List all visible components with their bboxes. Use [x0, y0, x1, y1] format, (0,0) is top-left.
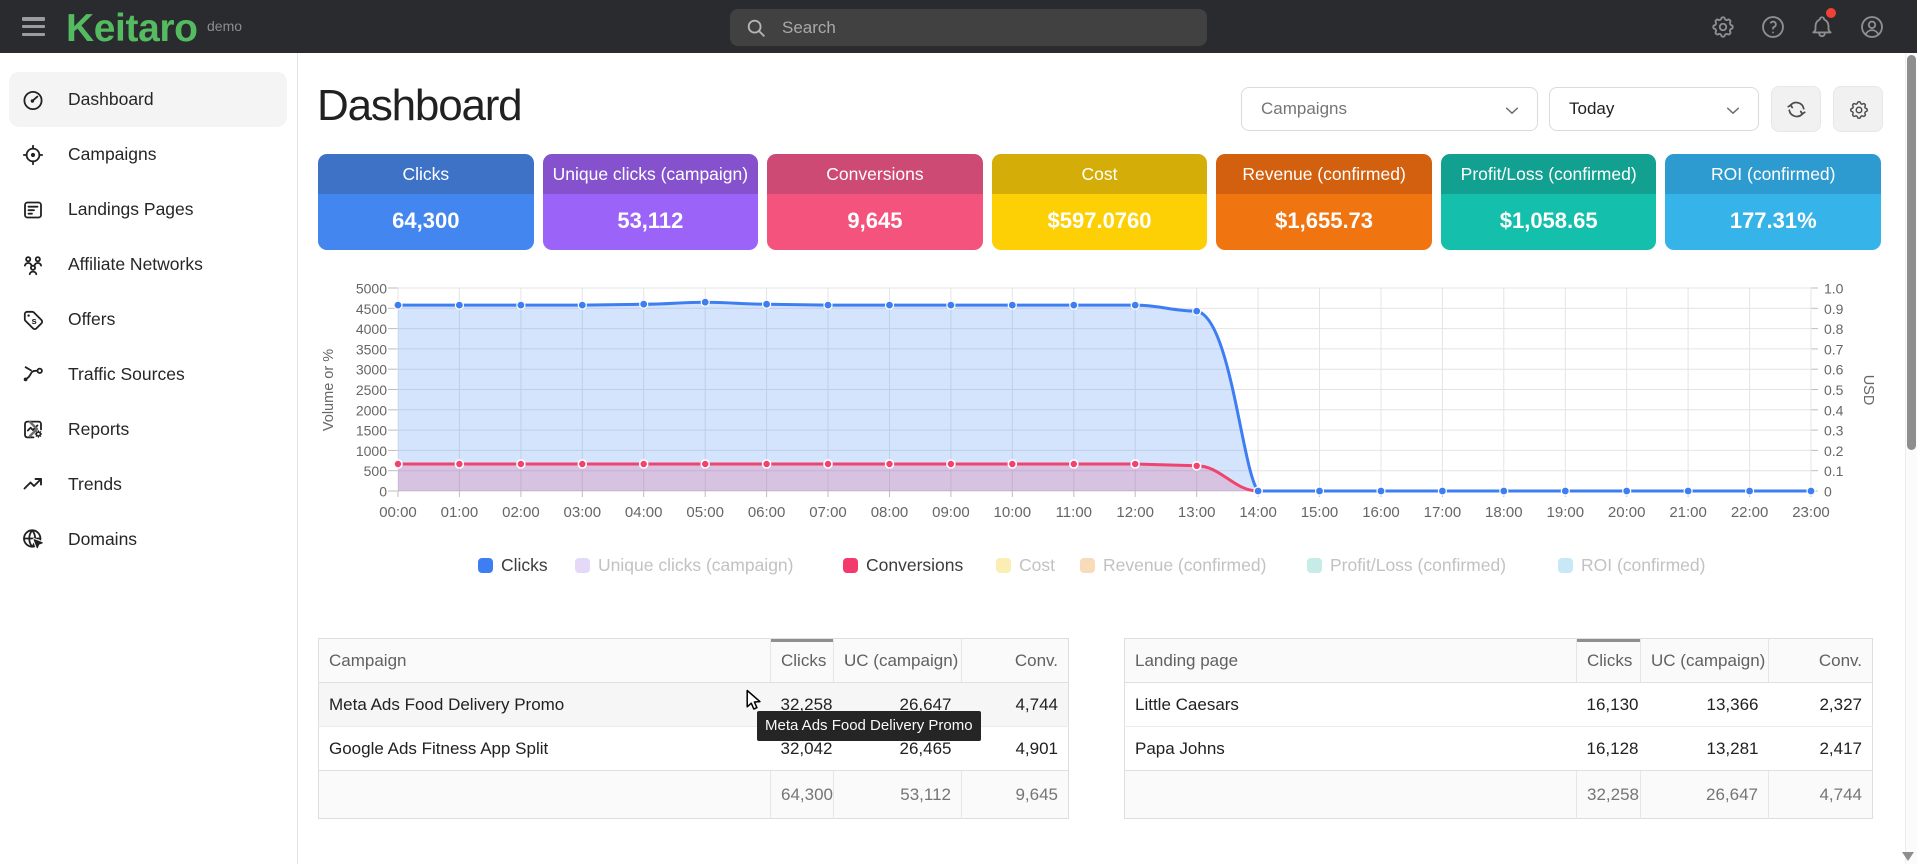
svg-text:3000: 3000	[356, 362, 387, 378]
svg-text:20:00: 20:00	[1608, 504, 1646, 521]
svg-text:16:00: 16:00	[1362, 504, 1400, 521]
svg-text:10:00: 10:00	[994, 504, 1032, 521]
svg-text:500: 500	[364, 463, 388, 479]
svg-text:0: 0	[1824, 484, 1832, 500]
svg-text:0.3: 0.3	[1824, 423, 1844, 439]
svg-text:Volume or %: Volume or %	[321, 349, 337, 431]
svg-text:2500: 2500	[356, 382, 387, 398]
svg-text:4000: 4000	[356, 321, 387, 337]
svg-text:0.5: 0.5	[1824, 382, 1844, 398]
svg-text:12:00: 12:00	[1116, 504, 1154, 521]
svg-text:4500: 4500	[356, 301, 387, 317]
svg-text:s: s	[32, 315, 37, 326]
svg-text:07:00: 07:00	[809, 504, 847, 521]
svg-text:00:00: 00:00	[379, 504, 417, 521]
svg-text:21:00: 21:00	[1669, 504, 1707, 521]
svg-text:01:00: 01:00	[441, 504, 479, 521]
svg-text:1500: 1500	[356, 423, 387, 439]
svg-text:03:00: 03:00	[564, 504, 602, 521]
svg-text:14:00: 14:00	[1239, 504, 1277, 521]
svg-text:USD: USD	[1860, 375, 1876, 406]
svg-text:2000: 2000	[356, 402, 387, 418]
svg-text:1.0: 1.0	[1824, 281, 1844, 297]
svg-text:11:00: 11:00	[1056, 504, 1092, 521]
svg-text:0.9: 0.9	[1824, 301, 1844, 317]
svg-text:19:00: 19:00	[1547, 504, 1585, 521]
svg-text:13:00: 13:00	[1178, 504, 1216, 521]
svg-text:17:00: 17:00	[1424, 504, 1462, 521]
svg-text:3500: 3500	[356, 341, 387, 357]
svg-text:22:00: 22:00	[1731, 504, 1769, 521]
svg-text:18:00: 18:00	[1485, 504, 1523, 521]
svg-text:06:00: 06:00	[748, 504, 786, 521]
svg-text:09:00: 09:00	[932, 504, 970, 521]
svg-text:05:00: 05:00	[686, 504, 724, 521]
svg-text:23:00: 23:00	[1792, 504, 1830, 521]
svg-text:1000: 1000	[356, 443, 387, 459]
svg-text:15:00: 15:00	[1301, 504, 1339, 521]
svg-text:04:00: 04:00	[625, 504, 663, 521]
svg-text:0.6: 0.6	[1824, 362, 1844, 378]
svg-text:0.4: 0.4	[1824, 402, 1844, 418]
svg-text:0.1: 0.1	[1824, 463, 1844, 479]
svg-text:0.7: 0.7	[1824, 341, 1844, 357]
svg-text:08:00: 08:00	[871, 504, 909, 521]
svg-text:0.2: 0.2	[1824, 443, 1844, 459]
svg-text:0.8: 0.8	[1824, 321, 1844, 337]
svg-text:5000: 5000	[356, 281, 387, 297]
svg-text:02:00: 02:00	[502, 504, 540, 521]
svg-text:0: 0	[379, 484, 387, 500]
